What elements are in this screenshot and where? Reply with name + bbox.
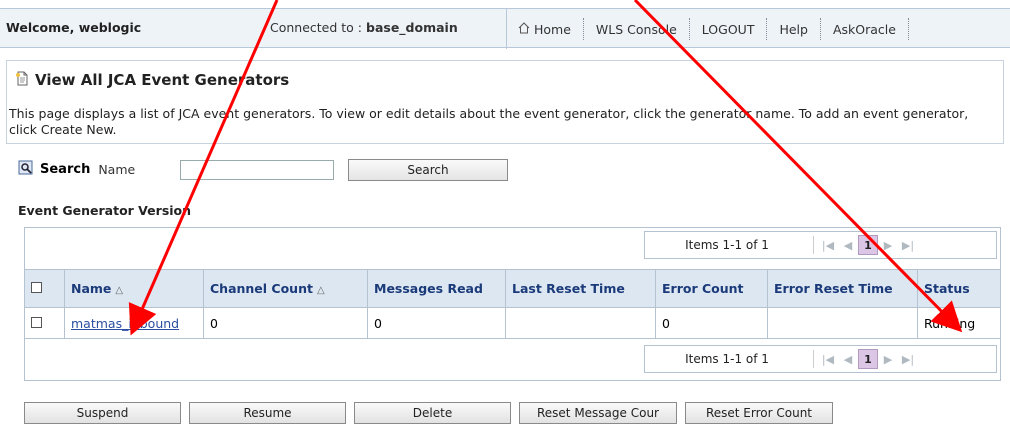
col-status-header: Status — [917, 269, 1001, 308]
search-row: Search Name — [18, 158, 135, 180]
pager-divider — [813, 350, 814, 368]
pager-items-text: Items 1-1 of 1 — [685, 238, 769, 252]
nav-askoracle-link[interactable]: AskOracle — [821, 22, 908, 37]
first-page-icon[interactable]: |◀ — [818, 235, 838, 255]
status-cell: Running — [917, 307, 1001, 339]
sort-icon[interactable]: △ — [115, 285, 123, 296]
sort-icon[interactable]: △ — [317, 285, 325, 296]
current-page-number[interactable]: 1 — [858, 235, 878, 255]
delete-button[interactable]: Delete — [354, 402, 511, 424]
welcome-text: Welcome, weblogic — [6, 20, 142, 35]
page-description: This page displays a list of JCA event g… — [9, 106, 969, 137]
col-error-reset-time-label: Error Reset Time — [774, 281, 893, 296]
pager-top: Items 1-1 of 1 |◀ ◀ 1 ▶ ▶| — [644, 231, 997, 259]
col-last-reset-time-header: Last Reset Time — [505, 269, 656, 308]
top-header-bar: Welcome, weblogic Connected to : base_do… — [0, 8, 1010, 49]
home-icon — [518, 21, 530, 37]
section-title: Event Generator Version — [18, 203, 192, 218]
search-button[interactable]: Search — [348, 159, 508, 181]
name-cell: matmas_inbound — [64, 307, 204, 339]
current-page-number[interactable]: 1 — [858, 349, 878, 369]
domain-name: base_domain — [366, 20, 458, 35]
nav-divider — [506, 9, 507, 49]
pager-bottom: Items 1-1 of 1 |◀ ◀ 1 ▶ ▶| — [644, 345, 997, 373]
error-count-cell: 0 — [655, 307, 768, 339]
col-messages-read-header: Messages Read — [367, 269, 506, 308]
page-header-box: View All JCA Event Generators This page … — [6, 60, 1004, 144]
col-name-header[interactable]: Name △ — [64, 269, 204, 308]
nav-home-label: Home — [534, 21, 571, 37]
last-reset-time-cell — [505, 307, 656, 339]
action-button-row: Suspend Resume Delete Reset Message Cour… — [24, 402, 833, 424]
event-generator-table: Name △ Channel Count △ Messages Read Last … — [24, 269, 1001, 339]
top-nav: Home WLS Console LOGOUT Help AskOracle — [506, 9, 909, 49]
nav-logout-link[interactable]: LOGOUT — [690, 22, 767, 37]
prev-page-icon[interactable]: ◀ — [838, 349, 858, 369]
page-title: View All JCA Event Generators — [35, 71, 290, 89]
prev-page-icon[interactable]: ◀ — [838, 235, 858, 255]
last-page-icon[interactable]: ▶| — [898, 235, 918, 255]
next-page-icon[interactable]: ▶ — [878, 349, 898, 369]
generator-name-link[interactable]: matmas_inbound — [71, 316, 179, 331]
last-page-icon[interactable]: ▶| — [898, 349, 918, 369]
channel-count-cell: 0 — [203, 307, 368, 339]
col-status-label: Status — [924, 281, 970, 296]
col-channel-count-label: Channel Count — [210, 281, 313, 296]
col-error-reset-time-header: Error Reset Time — [767, 269, 918, 308]
col-name-label: Name — [71, 281, 112, 296]
search-name-label: Name — [98, 161, 136, 177]
next-page-icon[interactable]: ▶ — [878, 235, 898, 255]
resume-button[interactable]: Resume — [189, 402, 346, 424]
nav-home-link[interactable]: Home — [506, 22, 583, 37]
first-page-icon[interactable]: |◀ — [818, 349, 838, 369]
nav-help-link[interactable]: Help — [767, 22, 820, 37]
row-checkbox[interactable] — [31, 316, 42, 328]
table-header-row: Name △ Channel Count △ Messages Read Last … — [24, 269, 1001, 308]
col-error-count-header: Error Count — [655, 269, 768, 308]
page-document-icon — [15, 71, 29, 89]
col-error-count-label: Error Count — [662, 281, 744, 296]
search-name-input[interactable] — [180, 160, 334, 180]
col-messages-read-label: Messages Read — [374, 281, 483, 296]
suspend-button[interactable]: Suspend — [24, 402, 181, 424]
nav-wls-console-link[interactable]: WLS Console — [584, 22, 689, 37]
search-icon — [18, 160, 34, 179]
connection-info: Connected to : base_domain — [270, 20, 458, 35]
reset-error-count-button[interactable]: Reset Error Count — [685, 402, 833, 424]
reset-message-count-button[interactable]: Reset Message Cour — [519, 402, 677, 424]
nav-separator — [907, 18, 909, 40]
col-channel-count-header[interactable]: Channel Count △ — [203, 269, 368, 308]
select-all-header[interactable] — [24, 269, 65, 308]
table-row: matmas_inbound 0 0 0 Running — [24, 307, 1001, 339]
connected-prefix: Connected to : — [270, 20, 366, 35]
col-last-reset-time-label: Last Reset Time — [512, 281, 625, 296]
title-row: View All JCA Event Generators — [15, 71, 289, 89]
error-reset-time-cell — [767, 307, 918, 339]
select-all-checkbox[interactable] — [31, 282, 42, 293]
pager-divider — [813, 236, 814, 254]
messages-read-cell: 0 — [367, 307, 506, 339]
search-label: Search — [40, 161, 91, 177]
pager-items-text: Items 1-1 of 1 — [685, 352, 769, 366]
row-select-cell[interactable] — [24, 307, 65, 339]
